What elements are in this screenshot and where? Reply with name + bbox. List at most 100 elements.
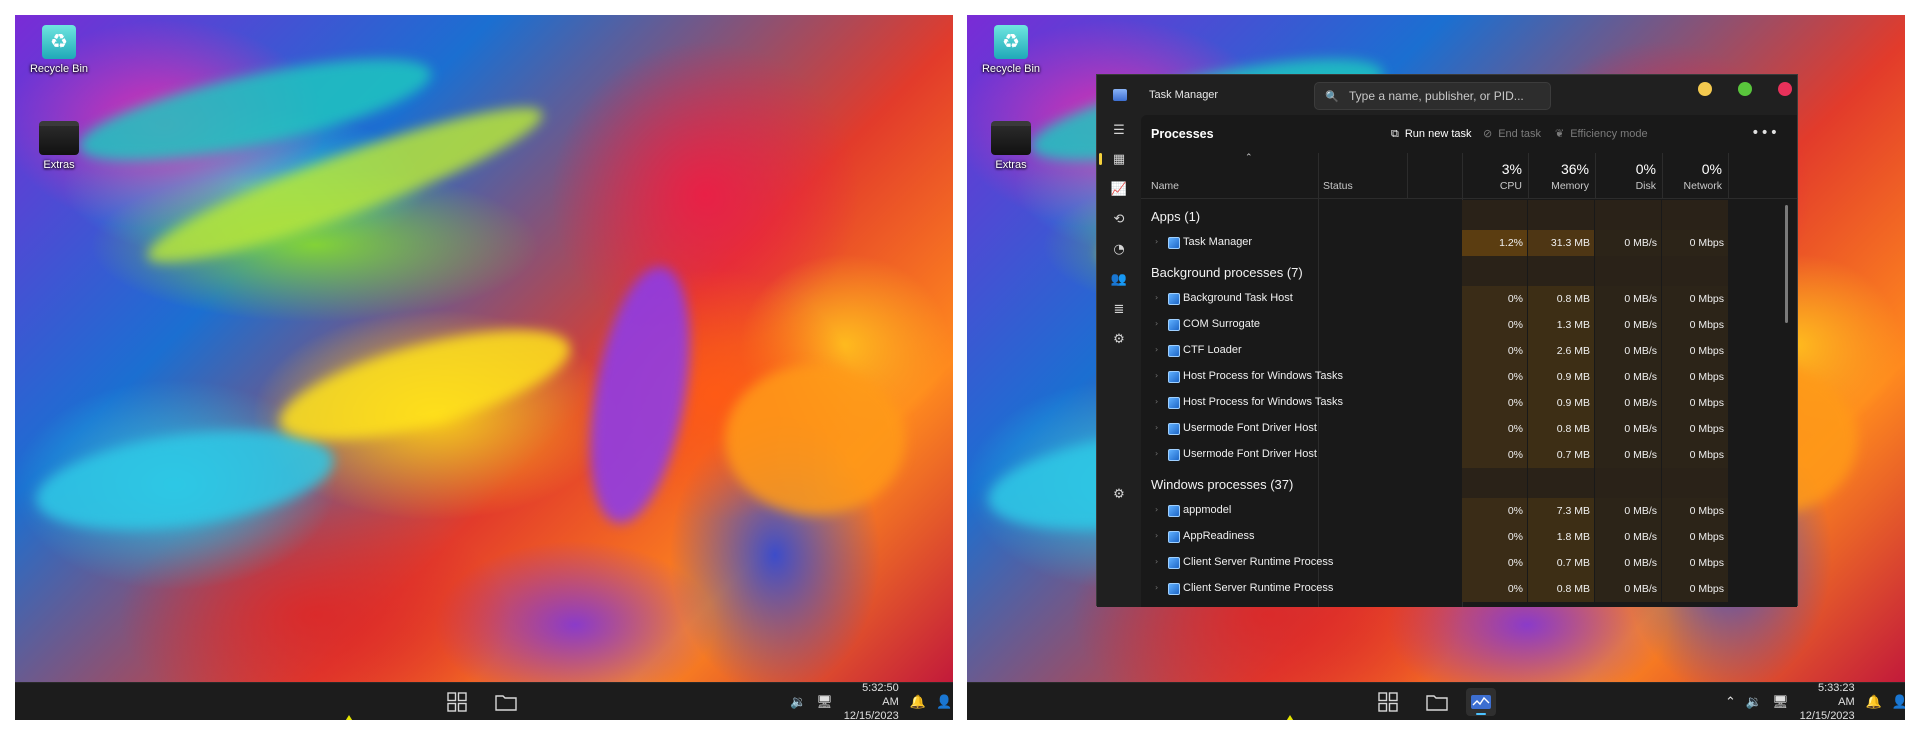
search-input[interactable]: 🔍 Type a name, publisher, or PID... — [1314, 82, 1551, 110]
notification-bell-icon[interactable]: 🔔 — [910, 695, 926, 710]
clock[interactable]: 5:32:50 AM 12/15/2023 — [844, 681, 899, 720]
desktop-icon-recycle-bin[interactable]: Recycle Bin — [975, 25, 1047, 75]
cell-disk: 0 MB/s — [1595, 338, 1661, 364]
sort-caret-icon: ⌃ — [1245, 153, 1253, 163]
show-hidden-icons-chevron-icon[interactable]: ⌃ — [1725, 695, 1736, 710]
process-group-header[interactable]: Apps (1) — [1141, 200, 1797, 230]
settings-icon[interactable]: ⚙ — [1108, 483, 1130, 505]
expand-chevron-icon[interactable]: › — [1155, 449, 1158, 458]
process-row[interactable]: › Task Manager 1.2% 31.3 MB 0 MB/s 0 Mbps — [1141, 230, 1797, 256]
network-icon[interactable]: 🖥 — [1772, 695, 1789, 710]
process-row[interactable]: › AppReadiness 0% 1.8 MB 0 MB/s 0 Mbps — [1141, 524, 1797, 550]
cpu-percent: 3% — [1501, 161, 1522, 177]
clock[interactable]: 5:33:23 AM 12/15/2023 — [1800, 681, 1855, 720]
file-explorer-button[interactable] — [491, 688, 521, 716]
task-manager-icon — [1113, 89, 1127, 101]
cpu-label: CPU — [1499, 180, 1522, 192]
expand-chevron-icon[interactable]: › — [1155, 557, 1158, 566]
process-row[interactable]: › CTF Loader 0% 2.6 MB 0 MB/s 0 Mbps — [1141, 338, 1797, 364]
cell-network: 0 Mbps — [1662, 442, 1728, 468]
volume-icon[interactable]: 🔉 — [790, 695, 806, 710]
more-options-icon[interactable]: ••• — [1751, 125, 1779, 141]
expand-chevron-icon[interactable]: › — [1155, 293, 1158, 302]
user-icon[interactable]: 👤 — [1892, 695, 1905, 710]
users-icon[interactable]: 👥 — [1108, 268, 1130, 290]
process-name: Client Server Runtime Process — [1183, 556, 1334, 568]
expand-chevron-icon[interactable]: › — [1155, 319, 1158, 328]
minimize-button[interactable] — [1698, 82, 1712, 96]
notification-bell-icon[interactable]: 🔔 — [1866, 695, 1882, 710]
title-bar[interactable]: Task Manager 🔍 Type a name, publisher, o… — [1097, 75, 1797, 115]
desktop-icon-extras[interactable]: Extras — [23, 121, 95, 171]
process-row[interactable]: › COM Surrogate 0% 1.3 MB 0 MB/s 0 Mbps — [1141, 312, 1797, 338]
run-new-task-button[interactable]: ⧉ Run new task — [1391, 127, 1472, 141]
process-row[interactable]: › Client Server Runtime Process 0% 0.8 MB 0 … — [1141, 576, 1797, 602]
efficiency-mode-button[interactable]: ❦ Efficiency mode — [1555, 127, 1648, 140]
column-header-name[interactable]: Name — [1151, 180, 1179, 192]
column-header-memory[interactable]: 36% Memory — [1528, 153, 1595, 199]
process-group-header[interactable]: Windows processes (37) — [1141, 468, 1797, 498]
column-header-network[interactable]: 0% Network — [1662, 153, 1729, 199]
startup-apps-icon[interactable]: ◔ — [1108, 238, 1130, 260]
close-button[interactable] — [1778, 82, 1792, 96]
cell-network: 0 Mbps — [1662, 550, 1728, 576]
task-manager-taskbar-button[interactable] — [1466, 688, 1496, 716]
app-history-icon[interactable]: ⟲ — [1108, 208, 1130, 230]
expand-chevron-icon[interactable]: › — [1155, 371, 1158, 380]
cell-cpu: 0% — [1462, 390, 1527, 416]
services-icon[interactable]: ⚙ — [1108, 328, 1130, 350]
process-row[interactable]: › Client Server Runtime Process 0% 0.7 MB 0 … — [1141, 550, 1797, 576]
start-button[interactable] — [1373, 688, 1403, 716]
hamburger-menu-icon[interactable]: ☰ — [1108, 119, 1130, 141]
group-cell — [1528, 468, 1594, 498]
cell-disk: 0 MB/s — [1595, 230, 1661, 256]
processes-icon[interactable]: ▦ — [1099, 148, 1130, 170]
column-header-disk[interactable]: 0% Disk — [1595, 153, 1662, 199]
maximize-button[interactable] — [1738, 82, 1752, 96]
process-row[interactable]: › appmodel 0% 7.3 MB 0 MB/s 0 Mbps — [1141, 498, 1797, 524]
desktop-icon-label: Recycle Bin — [29, 63, 89, 75]
process-row[interactable]: › Host Process for Windows Tasks 0% 0.9 MB 0… — [1141, 390, 1797, 416]
cell-network: 0 Mbps — [1662, 230, 1728, 256]
process-icon — [1168, 423, 1180, 435]
user-icon[interactable]: 👤 — [936, 695, 952, 710]
process-icon — [1168, 531, 1180, 543]
file-explorer-button[interactable] — [1422, 688, 1452, 716]
details-icon[interactable]: ≣ — [1108, 298, 1130, 320]
process-row[interactable]: › Background Task Host 0% 0.8 MB 0 MB/s 0 Mbp… — [1141, 286, 1797, 312]
process-row[interactable]: › Host Process for Windows Tasks 0% 0.9 MB 0… — [1141, 364, 1797, 390]
start-button[interactable] — [442, 688, 472, 716]
mouse-cursor — [1285, 715, 1295, 720]
column-header-status[interactable]: Status — [1318, 153, 1407, 199]
memory-label: Memory — [1551, 180, 1589, 192]
expand-chevron-icon[interactable]: › — [1155, 237, 1158, 246]
group-cell — [1528, 256, 1594, 286]
vertical-scrollbar[interactable] — [1785, 205, 1788, 323]
network-icon[interactable]: 🖥 — [816, 695, 833, 710]
end-task-button[interactable]: ⊘ End task — [1483, 127, 1541, 140]
recycle-bin-icon — [994, 25, 1028, 59]
expand-chevron-icon[interactable]: › — [1155, 397, 1158, 406]
process-group-header[interactable]: Background processes (7) — [1141, 256, 1797, 286]
folder-icon — [495, 695, 517, 711]
performance-icon[interactable]: 📈 — [1108, 178, 1130, 200]
process-row[interactable]: › Usermode Font Driver Host 0% 0.7 MB 0 MB/s… — [1141, 442, 1797, 468]
disk-percent: 0% — [1635, 161, 1656, 177]
process-row[interactable]: › Usermode Font Driver Host 0% 0.8 MB 0 MB/s… — [1141, 416, 1797, 442]
cell-cpu: 0% — [1462, 364, 1527, 390]
volume-icon[interactable]: 🔉 — [1746, 695, 1762, 710]
column-header-cpu[interactable]: 3% CPU — [1462, 153, 1528, 199]
search-placeholder: Type a name, publisher, or PID... — [1349, 89, 1524, 103]
cell-disk: 0 MB/s — [1595, 390, 1661, 416]
expand-chevron-icon[interactable]: › — [1155, 531, 1158, 540]
cell-memory: 1.3 MB — [1528, 312, 1594, 338]
expand-chevron-icon[interactable]: › — [1155, 583, 1158, 592]
cell-disk: 0 MB/s — [1595, 498, 1661, 524]
group-cell — [1595, 256, 1661, 286]
expand-chevron-icon[interactable]: › — [1155, 345, 1158, 354]
desktop-icon-recycle-bin[interactable]: Recycle Bin — [23, 25, 95, 75]
expand-chevron-icon[interactable]: › — [1155, 423, 1158, 432]
desktop-icon-extras[interactable]: Extras — [975, 121, 1047, 171]
cell-network: 0 Mbps — [1662, 524, 1728, 550]
expand-chevron-icon[interactable]: › — [1155, 505, 1158, 514]
